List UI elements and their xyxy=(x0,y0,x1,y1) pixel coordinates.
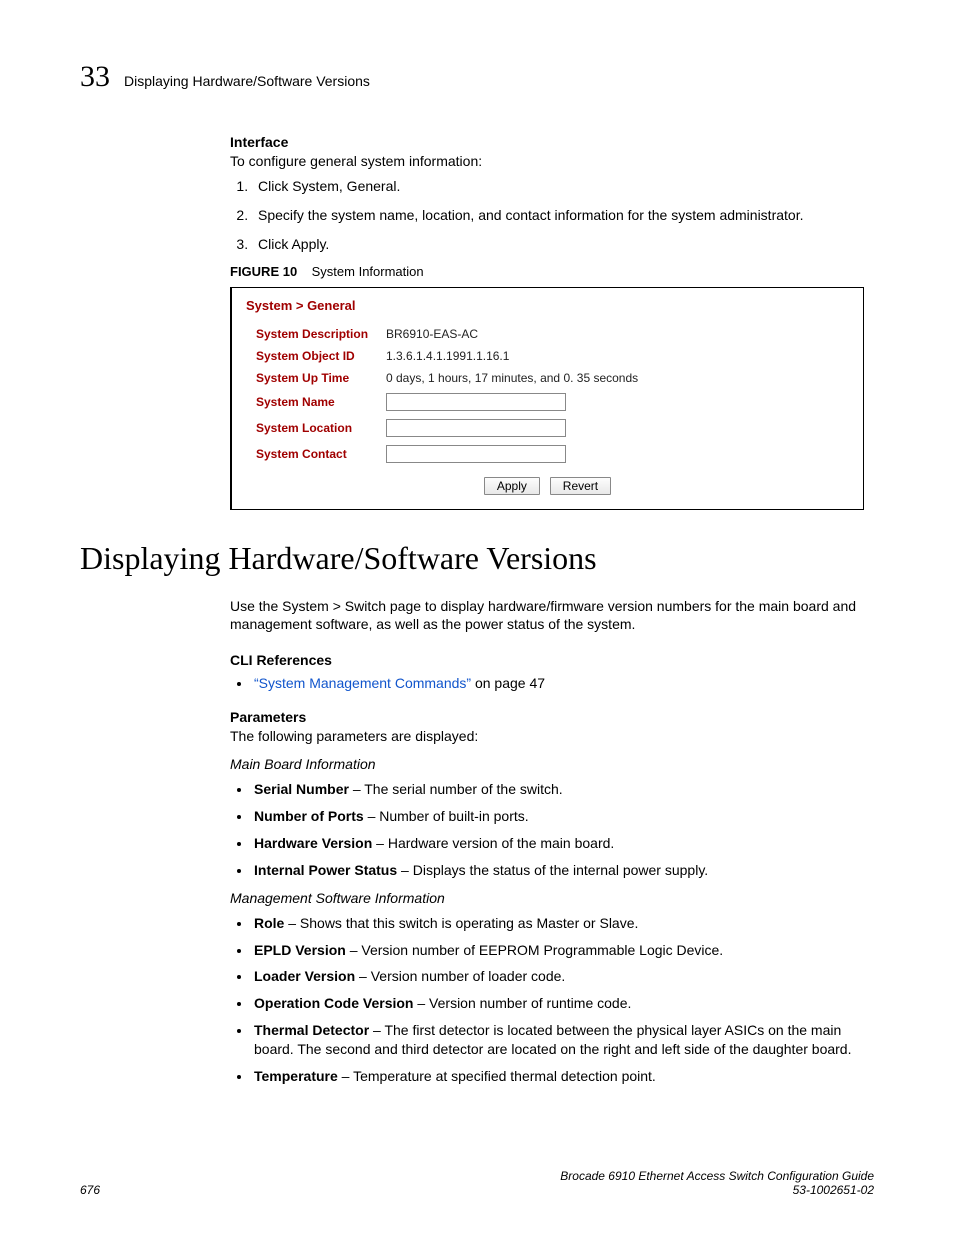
footer-doc-number: 53-1002651-02 xyxy=(560,1183,874,1197)
system-name-input[interactable] xyxy=(386,393,566,411)
breadcrumb: System > General xyxy=(246,298,849,313)
running-title: Displaying Hardware/Software Versions xyxy=(124,73,370,89)
parameters-intro: The following parameters are displayed: xyxy=(230,727,864,746)
list-item: Number of Ports – Number of built-in por… xyxy=(252,807,864,826)
page-number: 676 xyxy=(80,1183,100,1197)
list-item: Specify the system name, location, and c… xyxy=(252,206,864,225)
list-item: Click Apply. xyxy=(252,235,864,254)
main-board-list: Serial Number – The serial number of the… xyxy=(252,780,864,880)
cli-references-heading: CLI References xyxy=(230,652,864,668)
figure-title: System Information xyxy=(312,264,424,279)
mgmt-software-list: Role – Shows that this switch is operati… xyxy=(252,914,864,1086)
footer-doc-title: Brocade 6910 Ethernet Access Switch Conf… xyxy=(560,1169,874,1183)
list-item: Role – Shows that this switch is operati… xyxy=(252,914,864,933)
list-item: Click System, General. xyxy=(252,177,864,196)
label-system-uptime: System Up Time xyxy=(246,371,386,385)
list-item: Internal Power Status – Displays the sta… xyxy=(252,861,864,880)
page-header: 33 Displaying Hardware/Software Versions xyxy=(80,60,874,94)
content-block-interface: Interface To configure general system in… xyxy=(230,134,864,510)
group-mgmt-software-title: Management Software Information xyxy=(230,890,864,906)
label-system-contact: System Contact xyxy=(246,447,386,461)
list-item: Hardware Version – Hardware version of t… xyxy=(252,834,864,853)
value-system-uptime: 0 days, 1 hours, 17 minutes, and 0. 35 s… xyxy=(386,371,638,385)
figure-caption: FIGURE 10 System Information xyxy=(230,264,864,279)
section-intro: Use the System > Switch page to display … xyxy=(230,597,864,635)
value-system-description: BR6910-EAS-AC xyxy=(386,327,478,341)
cli-link-suffix: on page 47 xyxy=(471,675,545,691)
value-system-object-id: 1.3.6.1.4.1.1991.1.16.1 xyxy=(386,349,509,363)
list-item: Operation Code Version – Version number … xyxy=(252,994,864,1013)
system-location-input[interactable] xyxy=(386,419,566,437)
page-footer: 676 Brocade 6910 Ethernet Access Switch … xyxy=(80,1169,874,1197)
apply-button[interactable]: Apply xyxy=(484,477,540,495)
list-item: Temperature – Temperature at specified t… xyxy=(252,1067,864,1086)
list-item: Loader Version – Version number of loade… xyxy=(252,967,864,986)
interface-intro: To configure general system information: xyxy=(230,152,864,171)
group-main-board-title: Main Board Information xyxy=(230,756,864,772)
label-system-location: System Location xyxy=(246,421,386,435)
content-block-section: Use the System > Switch page to display … xyxy=(230,597,864,1086)
figure-button-row: Apply Revert xyxy=(246,477,849,495)
system-contact-input[interactable] xyxy=(386,445,566,463)
row-system-location: System Location xyxy=(246,419,849,437)
list-item: Serial Number – The serial number of the… xyxy=(252,780,864,799)
row-system-name: System Name xyxy=(246,393,849,411)
cli-references-list: “System Management Commands” on page 47 xyxy=(252,674,864,693)
row-system-object-id: System Object ID 1.3.6.1.4.1.1991.1.16.1 xyxy=(246,349,849,363)
label-system-object-id: System Object ID xyxy=(246,349,386,363)
row-system-uptime: System Up Time 0 days, 1 hours, 17 minut… xyxy=(246,371,849,385)
figure-label: FIGURE 10 xyxy=(230,264,297,279)
row-system-description: System Description BR6910-EAS-AC xyxy=(246,327,849,341)
list-item: EPLD Version – Version number of EEPROM … xyxy=(252,941,864,960)
parameters-heading: Parameters xyxy=(230,709,864,725)
list-item: “System Management Commands” on page 47 xyxy=(252,674,864,693)
cli-link[interactable]: “System Management Commands” xyxy=(254,675,471,691)
row-system-contact: System Contact xyxy=(246,445,849,463)
list-item: Thermal Detector – The first detector is… xyxy=(252,1021,864,1059)
revert-button[interactable]: Revert xyxy=(550,477,611,495)
label-system-description: System Description xyxy=(246,327,386,341)
section-title: Displaying Hardware/Software Versions xyxy=(80,540,874,577)
chapter-number: 33 xyxy=(80,60,110,94)
interface-steps: Click System, General. Specify the syste… xyxy=(252,177,864,254)
figure-panel: System > General System Description BR69… xyxy=(230,287,864,510)
interface-heading: Interface xyxy=(230,134,864,150)
label-system-name: System Name xyxy=(246,395,386,409)
